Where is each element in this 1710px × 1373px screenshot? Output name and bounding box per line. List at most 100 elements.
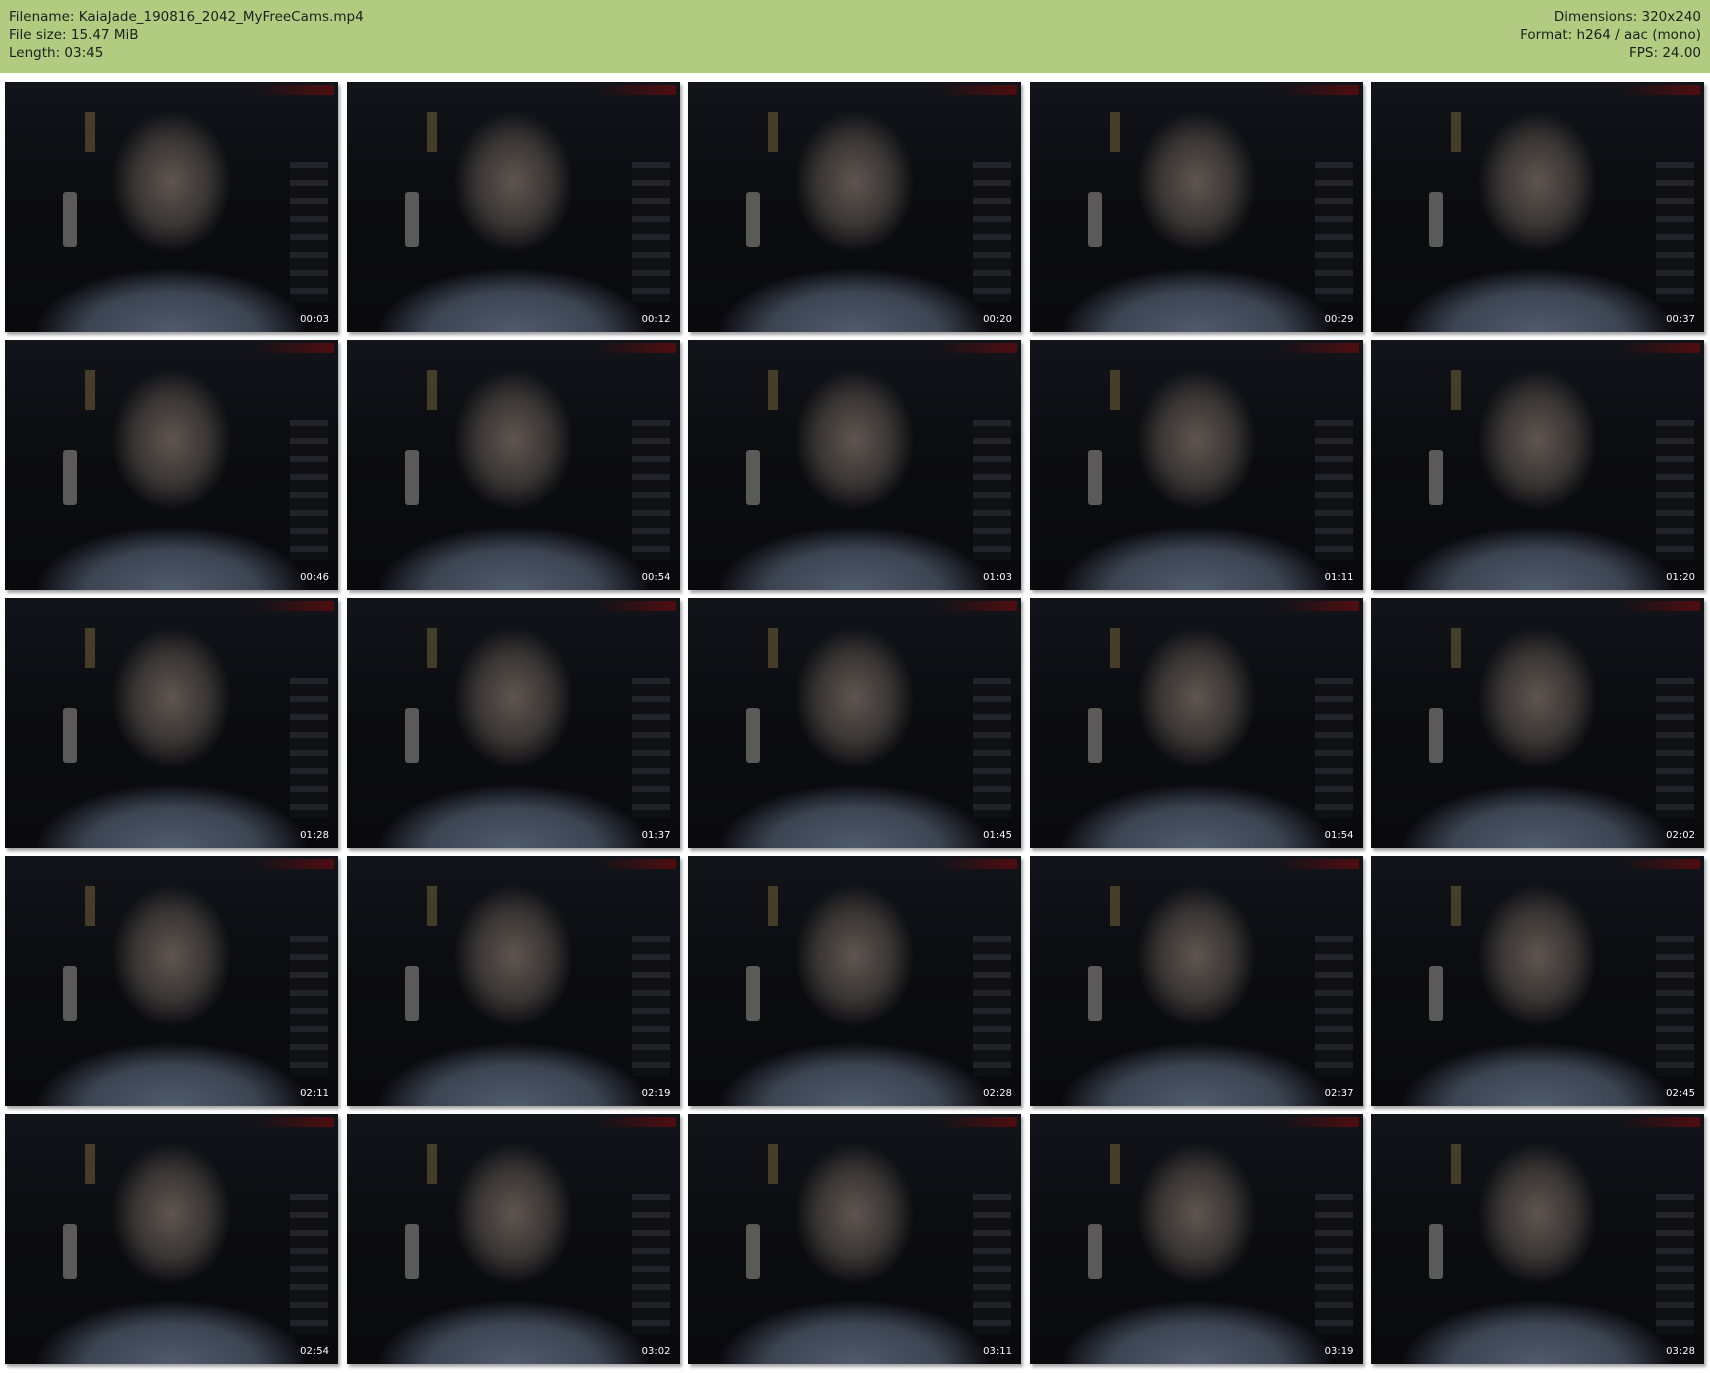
fps-text: FPS: 24.00 xyxy=(1629,45,1701,61)
watermark-logo xyxy=(595,601,676,611)
background-shelf xyxy=(631,162,670,302)
background-shelf xyxy=(973,420,1011,560)
background-shelf xyxy=(1656,420,1694,560)
thumbnail-timestamp: 00:54 xyxy=(641,572,671,583)
background-chair xyxy=(1429,192,1443,247)
background-lamp xyxy=(1451,1144,1461,1184)
background-chair xyxy=(404,450,419,505)
thumbnail-timestamp: 00:29 xyxy=(1324,314,1354,325)
thumbnail-frame: 01:54 xyxy=(1029,598,1363,848)
thumbnail-timestamp: 03:02 xyxy=(641,1346,671,1357)
background-chair xyxy=(746,708,760,763)
background-lamp xyxy=(768,370,778,410)
thumbnail-frame: 01:37 xyxy=(346,598,680,848)
thumbnail-timestamp: 02:19 xyxy=(641,1088,671,1099)
dimensions-text: Dimensions: 320x240 xyxy=(1553,9,1701,25)
background-chair xyxy=(63,192,77,247)
background-shelf xyxy=(1314,1194,1353,1334)
background-chair xyxy=(1087,192,1102,247)
watermark-logo xyxy=(1278,859,1359,869)
background-shelf xyxy=(1656,678,1694,818)
background-lamp xyxy=(85,112,95,152)
thumbnail-timestamp: 02:11 xyxy=(300,1088,329,1099)
watermark-logo xyxy=(1278,343,1359,353)
background-lamp xyxy=(426,628,437,668)
thumbnail-frame: 01:45 xyxy=(688,598,1021,848)
thumbnail-timestamp: 03:11 xyxy=(983,1346,1012,1357)
background-chair xyxy=(404,1224,419,1279)
watermark-logo xyxy=(1278,85,1359,95)
background-lamp xyxy=(426,112,437,152)
background-chair xyxy=(746,450,760,505)
background-lamp xyxy=(1451,886,1461,926)
watermark-logo xyxy=(937,343,1017,353)
thumbnail-timestamp: 02:02 xyxy=(1666,830,1695,841)
watermark-logo xyxy=(1620,343,1700,353)
background-chair xyxy=(1429,966,1443,1021)
watermark-logo xyxy=(254,859,334,869)
background-lamp xyxy=(1451,628,1461,668)
thumbnail-frame: 01:20 xyxy=(1371,340,1704,590)
background-chair xyxy=(1429,708,1443,763)
file-size-text: File size: 15.47 MiB xyxy=(9,27,139,43)
thumbnail-timestamp: 03:19 xyxy=(1324,1346,1354,1357)
background-shelf xyxy=(290,678,328,818)
thumbnail-frame: 00:03 xyxy=(5,82,338,332)
background-shelf xyxy=(973,936,1011,1076)
background-shelf xyxy=(290,1194,328,1334)
background-chair xyxy=(1087,450,1102,505)
watermark-logo xyxy=(595,343,676,353)
thumbnail-timestamp: 00:37 xyxy=(1666,314,1695,325)
watermark-logo xyxy=(1278,601,1359,611)
thumbnail-frame: 02:19 xyxy=(346,856,680,1106)
background-shelf xyxy=(1314,678,1353,818)
background-lamp xyxy=(768,1144,778,1184)
thumbnail-frame: 01:03 xyxy=(688,340,1021,590)
thumbnail-timestamp: 00:46 xyxy=(300,572,329,583)
watermark-logo xyxy=(1620,85,1700,95)
thumbnail-frame: 00:46 xyxy=(5,340,338,590)
background-chair xyxy=(746,1224,760,1279)
thumbnail-frame: 03:02 xyxy=(346,1114,680,1364)
thumbnail-timestamp: 01:45 xyxy=(983,830,1012,841)
thumbnail-frame: 02:28 xyxy=(688,856,1021,1106)
background-chair xyxy=(1087,966,1102,1021)
length-text: Length: 03:45 xyxy=(9,45,104,61)
background-lamp xyxy=(1109,370,1120,410)
background-shelf xyxy=(1314,420,1353,560)
watermark-logo xyxy=(595,1117,676,1127)
background-shelf xyxy=(973,678,1011,818)
thumbnail-frame: 01:11 xyxy=(1029,340,1363,590)
watermark-logo xyxy=(1620,601,1700,611)
background-shelf xyxy=(1656,162,1694,302)
thumbnail-frame: 02:02 xyxy=(1371,598,1704,848)
background-shelf xyxy=(631,1194,670,1334)
background-chair xyxy=(404,192,419,247)
filename-text: Filename: KaiaJade_190816_2042_MyFreeCam… xyxy=(9,9,364,25)
background-chair xyxy=(63,450,77,505)
background-shelf xyxy=(973,1194,1011,1334)
thumbnail-timestamp: 02:37 xyxy=(1324,1088,1354,1099)
thumbnail-timestamp: 00:20 xyxy=(983,314,1012,325)
thumbnail-timestamp: 00:12 xyxy=(641,314,671,325)
watermark-logo xyxy=(254,601,334,611)
background-shelf xyxy=(290,162,328,302)
background-shelf xyxy=(290,936,328,1076)
background-chair xyxy=(63,708,77,763)
background-shelf xyxy=(631,420,670,560)
background-chair xyxy=(63,1224,77,1279)
thumbnail-timestamp: 02:54 xyxy=(300,1346,329,1357)
background-lamp xyxy=(1109,886,1120,926)
header-right-info: Dimensions: 320x240 Format: h264 / aac (… xyxy=(1520,8,1701,62)
header-left-info: Filename: KaiaJade_190816_2042_MyFreeCam… xyxy=(9,8,364,62)
thumbnail-timestamp: 01:03 xyxy=(983,572,1012,583)
background-lamp xyxy=(426,886,437,926)
format-text: Format: h264 / aac (mono) xyxy=(1520,27,1701,43)
background-lamp xyxy=(1451,370,1461,410)
background-lamp xyxy=(426,1144,437,1184)
thumbnail-frame: 00:12 xyxy=(346,82,680,332)
watermark-logo xyxy=(937,601,1017,611)
background-chair xyxy=(1429,450,1443,505)
watermark-logo xyxy=(1620,859,1700,869)
background-lamp xyxy=(85,1144,95,1184)
